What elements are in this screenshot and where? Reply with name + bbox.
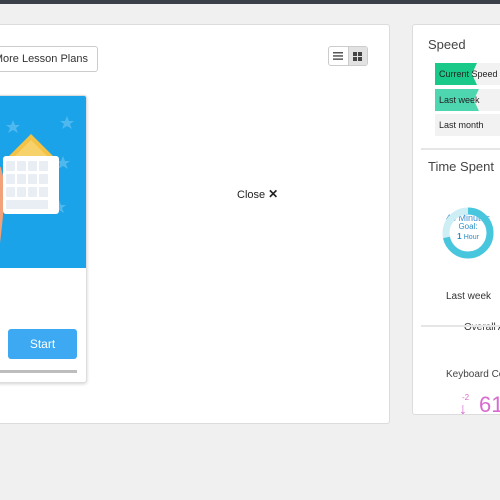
lesson-progress-bar [0,370,77,373]
top-bar [0,0,500,4]
goal-text: Goal: 1 Hour [453,222,483,243]
list-view-icon[interactable] [329,47,348,65]
keyboard-value: 61 [479,392,500,415]
more-lesson-plans-button[interactable]: More Lesson Plans [0,46,98,72]
lesson-card[interactable]: Start [0,95,87,383]
start-button[interactable]: Start [8,329,77,359]
speed-title: Speed [428,37,466,52]
speed-row-current: Current Speed [435,63,500,85]
keyboard-hands-illustration [0,96,86,268]
speed-row-last-week: Last week [435,89,500,111]
close-label: Close [237,189,266,201]
grid-view-icon[interactable] [347,47,367,65]
time-period-label: Last week [446,291,492,302]
close-button[interactable]: Close ✕ [237,187,278,201]
speed-label-last-month: Last month [439,120,484,130]
speed-label-last-week: Last week [439,95,480,105]
speed-label-current: Current Speed [439,69,498,79]
speed-row-last-month: Last month [435,114,500,136]
goal-unit: Hour [463,234,479,241]
down-arrow-icon: ↓ [459,401,467,415]
divider [421,325,500,327]
keyboard-title: Keyboard Co [446,369,500,380]
overall-label: Overall A [464,322,500,333]
time-spent-title: Time Spent [428,159,494,174]
goal-label: Goal: [458,222,478,231]
view-toggle [328,46,368,66]
divider [421,148,500,150]
goal-value: 1 [457,232,462,241]
close-icon: ✕ [268,187,279,201]
